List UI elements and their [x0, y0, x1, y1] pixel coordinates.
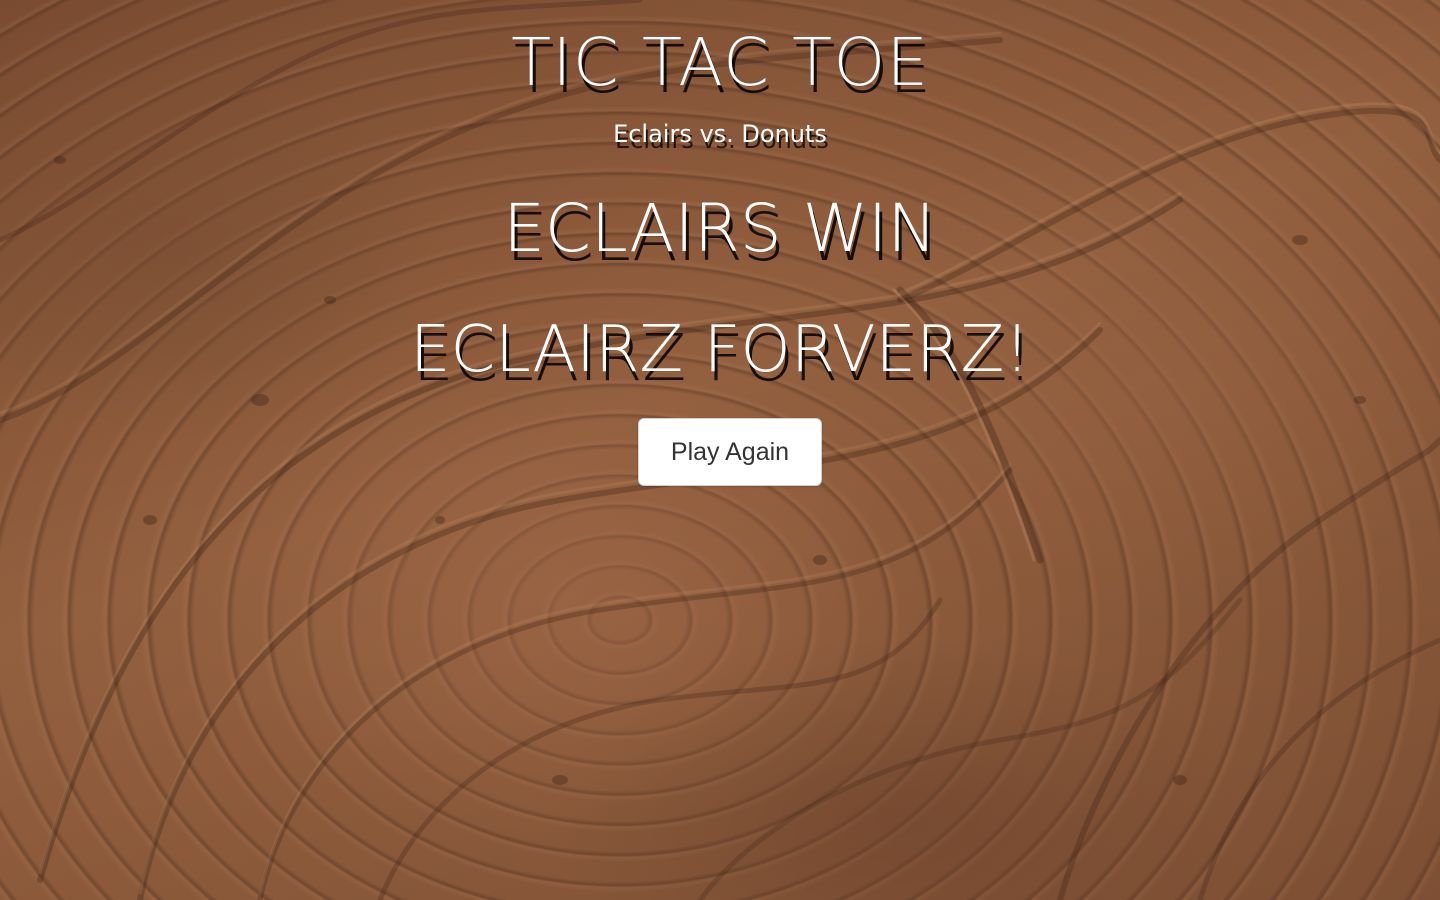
game-result: ECLAIRS WIN [503, 190, 937, 267]
play-again-button[interactable]: Play Again [638, 418, 822, 486]
page-title: TIC TAC TOE [510, 24, 930, 101]
victory-message: ECLAIRZ FORVERZ! [410, 313, 1030, 387]
page-subtitle: Eclairs vs. Donuts [613, 120, 827, 148]
